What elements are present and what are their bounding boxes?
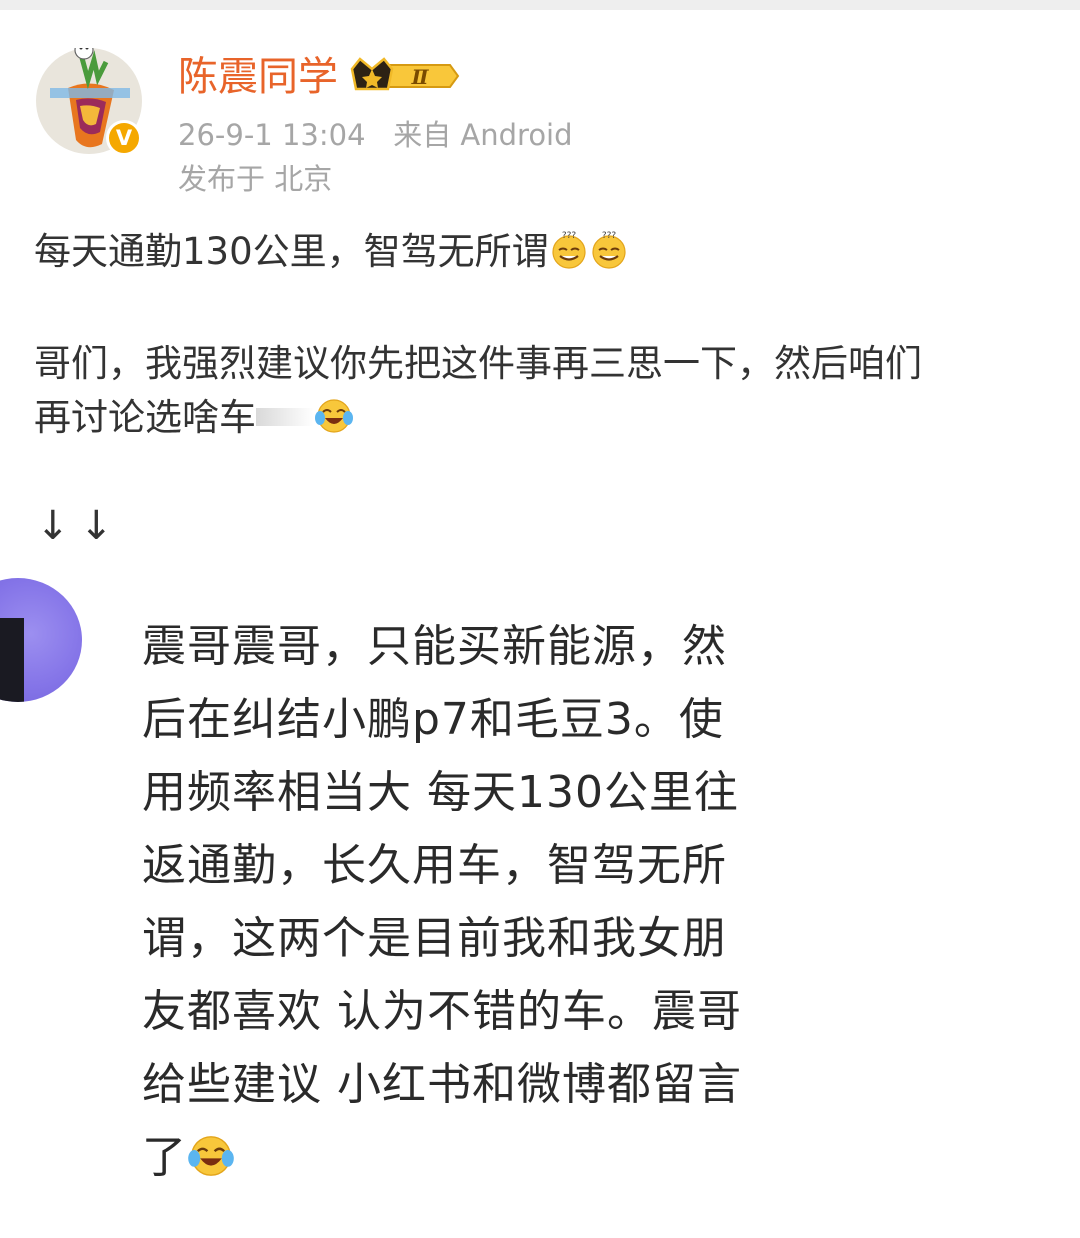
verified-v-icon: V	[106, 120, 142, 156]
quoted-line: 给些建议 小红书和微博都留言	[142, 1059, 742, 1110]
svg-text:???: ???	[601, 231, 616, 241]
post-line-1: 每天通勤130公里，智驾无所谓 ??? ???	[34, 226, 629, 278]
quoted-text: 了	[142, 1132, 187, 1183]
post-location: 发布于 北京	[178, 162, 333, 196]
svg-text:???: ???	[561, 231, 576, 241]
post-text-3: 再讨论选啥车	[34, 396, 256, 439]
quoted-message: 震哥震哥，只能买新能源，然 后在纠结小鹏p7和毛豆3。使 用频率相当大 每天13…	[142, 610, 802, 1194]
level-badge-text: Ⅱ	[411, 65, 430, 89]
quoted-line: 后在纠结小鹏p7和毛豆3。使	[142, 694, 724, 745]
post-line-2: 哥们，我强烈建议你先把这件事再三思一下，然后咱们	[34, 342, 922, 385]
quoted-avatar	[0, 578, 82, 702]
post-text-1: 每天通勤130公里，智驾无所谓	[34, 230, 549, 273]
top-divider	[0, 0, 1080, 10]
quoted-line: 震哥震哥，只能买新能源，然	[142, 621, 727, 672]
post-source: 来自 Android	[393, 118, 573, 152]
quoted-line: 返通勤，长久用车，智驾无所	[142, 840, 727, 891]
down-arrows: ↓↓	[36, 503, 124, 549]
text-fade	[256, 408, 314, 426]
laugh-cry-emoji-icon	[315, 399, 353, 433]
laugh-cry-emoji-icon	[188, 1136, 234, 1176]
quoted-line: 谓，这两个是目前我和我女朋	[142, 913, 727, 964]
sweat-smile-emoji-icon: ???	[552, 231, 586, 269]
quoted-line: 用频率相当大 每天130公里往	[142, 767, 739, 818]
sweat-smile-emoji-icon: ???	[592, 231, 626, 269]
post-timestamp: 26-9-1 13:04	[178, 118, 366, 152]
post-meta: 26-9-1 13:04 来自 Android	[178, 116, 573, 154]
crown-level-icon: Ⅱ	[350, 57, 460, 91]
quoted-line-last: 了	[142, 1121, 802, 1194]
quoted-line: 友都喜欢 认为不错的车。震哥	[142, 986, 742, 1037]
post-line-3: 再讨论选啥车	[34, 392, 354, 444]
username[interactable]: 陈震同学	[178, 52, 338, 102]
